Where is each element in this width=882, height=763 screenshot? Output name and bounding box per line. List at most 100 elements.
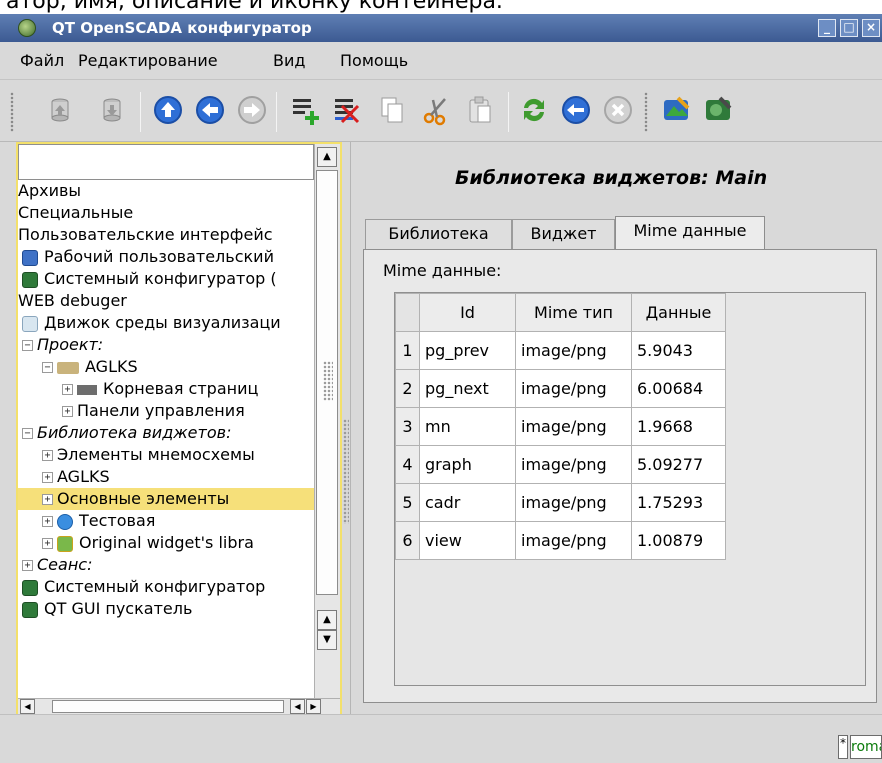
column-header-mime-type[interactable]: Mime тип [515, 293, 632, 332]
expand-icon[interactable]: + [42, 538, 53, 549]
cell-mime-type[interactable]: image/png [515, 521, 632, 560]
vision-icon[interactable] [660, 94, 692, 126]
cell-data[interactable]: 6.00684 [631, 369, 726, 408]
tree-item-mnemo-elements[interactable]: + Элементы мнемосхемы [18, 444, 314, 466]
cut-icon[interactable] [420, 94, 452, 126]
tree-hscroll-thumb[interactable] [52, 700, 284, 713]
row-number[interactable]: 4 [395, 445, 420, 484]
tree-item-web-debuger[interactable]: WEB debuger [18, 290, 314, 312]
tree-item-user-interfaces[interactable]: Пользовательские интерфейс [18, 224, 314, 246]
cell-data[interactable]: 1.9668 [631, 407, 726, 446]
cell-mime-type[interactable]: image/png [515, 445, 632, 484]
tree-item-original-lib[interactable]: + Original widget's libra [18, 532, 314, 554]
expand-icon[interactable]: + [42, 516, 53, 527]
collapse-icon[interactable]: − [22, 428, 33, 439]
tree-item-project-aglks[interactable]: − AGLKS [18, 356, 314, 378]
tree-item-specials[interactable]: Специальные [18, 202, 314, 224]
stop-icon[interactable] [602, 94, 634, 126]
table-row[interactable]: 3 mn image/png 1.9668 [395, 407, 726, 446]
cell-mime-type[interactable]: image/png [515, 407, 632, 446]
tree-vertical-scrollbar[interactable]: ▲ ▲ ▼ [314, 144, 340, 698]
expand-icon[interactable]: + [22, 560, 33, 571]
row-number[interactable]: 6 [395, 521, 420, 560]
tree-item-main-elements[interactable]: + Основные элементы [18, 488, 314, 510]
close-button[interactable]: × [862, 19, 880, 37]
toolbar-grip[interactable] [10, 92, 14, 132]
db-save-icon[interactable] [96, 94, 128, 126]
minimize-button[interactable]: _ [818, 19, 836, 37]
cell-mime-type[interactable]: image/png [515, 331, 632, 370]
maximize-button[interactable]: □ [840, 19, 858, 37]
menu-view[interactable]: Вид [273, 51, 305, 70]
toolbar-grip[interactable] [644, 92, 648, 132]
table-corner[interactable] [395, 293, 420, 332]
cell-id[interactable]: pg_next [419, 369, 516, 408]
current-user[interactable]: roman [850, 735, 882, 759]
table-row[interactable]: 5 cadr image/png 1.75293 [395, 483, 726, 522]
paste-icon[interactable] [464, 94, 496, 126]
tree-item-session-group[interactable]: + Сеанс: [18, 554, 314, 576]
menu-file[interactable]: Файл [20, 51, 64, 70]
table-row[interactable]: 4 graph image/png 5.09277 [395, 445, 726, 484]
tree-horizontal-scrollbar[interactable]: ◀ ◀ ▶ [18, 698, 340, 714]
panel-splitter[interactable] [343, 419, 349, 524]
tree-item-vis-engine[interactable]: Движок среды визуализаци [18, 312, 314, 334]
tree-item-system-configurator[interactable]: Системный конфигуратор ( [18, 268, 314, 290]
go-up-icon[interactable] [152, 94, 184, 126]
start-icon[interactable] [560, 94, 592, 126]
tree-item-project-group[interactable]: − Проект: [18, 334, 314, 356]
tree-item-control-panels[interactable]: + Панели управления [18, 400, 314, 422]
column-header-data[interactable]: Данные [631, 293, 726, 332]
expand-icon[interactable]: + [62, 384, 73, 395]
table-row[interactable]: 1 pg_prev image/png 5.9043 [395, 331, 726, 370]
table-row[interactable]: 2 pg_next image/png 6.00684 [395, 369, 726, 408]
tree-scroll-thumb[interactable] [316, 170, 338, 595]
expand-icon[interactable]: + [42, 494, 53, 505]
scroll-down-arrow-icon[interactable]: ▼ [317, 630, 337, 650]
cell-id[interactable]: mn [419, 407, 516, 446]
delete-item-icon[interactable] [330, 94, 362, 126]
refresh-icon[interactable] [518, 94, 550, 126]
mime-data-table[interactable]: Id Mime тип Данные 1 pg_prev image/png 5… [394, 292, 866, 686]
scroll-up-arrow-icon[interactable]: ▲ [317, 610, 337, 630]
row-number[interactable]: 3 [395, 407, 420, 446]
go-forward-icon[interactable] [236, 94, 268, 126]
db-load-icon[interactable] [44, 94, 76, 126]
go-back-icon[interactable] [194, 94, 226, 126]
scroll-left-arrow-icon[interactable]: ◀ [290, 699, 305, 714]
tab-widget[interactable]: Виджет [512, 219, 615, 249]
tab-library[interactable]: Библиотека [365, 219, 512, 249]
menu-edit[interactable]: Редактирование [78, 51, 218, 70]
expand-icon[interactable]: + [62, 406, 73, 417]
tree-item-qt-launcher[interactable]: QT GUI пускатель [18, 598, 314, 620]
tree-item-root-page[interactable]: + Корневая страниц [18, 378, 314, 400]
expand-icon[interactable]: + [42, 450, 53, 461]
cell-id[interactable]: pg_prev [419, 331, 516, 370]
cell-data[interactable]: 5.09277 [631, 445, 726, 484]
system-configurator-icon[interactable] [702, 94, 734, 126]
cell-id[interactable]: cadr [419, 483, 516, 522]
cell-data[interactable]: 1.00879 [631, 521, 726, 560]
scroll-right-arrow-icon[interactable]: ▶ [306, 699, 321, 714]
scroll-up-arrow-icon[interactable]: ▲ [317, 147, 337, 167]
cell-data[interactable]: 1.75293 [631, 483, 726, 522]
tree-item-work-ui[interactable]: Рабочий пользовательский [18, 246, 314, 268]
cell-mime-type[interactable]: image/png [515, 483, 632, 522]
copy-icon[interactable] [376, 94, 408, 126]
cell-data[interactable]: 5.9043 [631, 331, 726, 370]
tree-item-archives[interactable]: Архивы [18, 180, 314, 202]
collapse-icon[interactable]: − [42, 362, 53, 373]
expand-icon[interactable]: + [42, 472, 53, 483]
scroll-left-arrow-icon[interactable]: ◀ [20, 699, 35, 714]
row-number[interactable]: 2 [395, 369, 420, 408]
tree-item-test-lib[interactable]: + Тестовая [18, 510, 314, 532]
tab-mime-data[interactable]: Mime данные [615, 216, 765, 249]
menu-help[interactable]: Помощь [340, 51, 408, 70]
cell-id[interactable]: graph [419, 445, 516, 484]
row-number[interactable]: 5 [395, 483, 420, 522]
tree-item-lib-aglks[interactable]: + AGLKS [18, 466, 314, 488]
title-bar[interactable]: QT OpenSCADA конфигуратор _ □ × [0, 14, 882, 42]
navigation-tree[interactable]: Архивы Специальные Пользовательские инте… [18, 180, 314, 698]
tree-item-system-configurator-2[interactable]: Системный конфигуратор [18, 576, 314, 598]
tree-header[interactable] [18, 144, 314, 180]
